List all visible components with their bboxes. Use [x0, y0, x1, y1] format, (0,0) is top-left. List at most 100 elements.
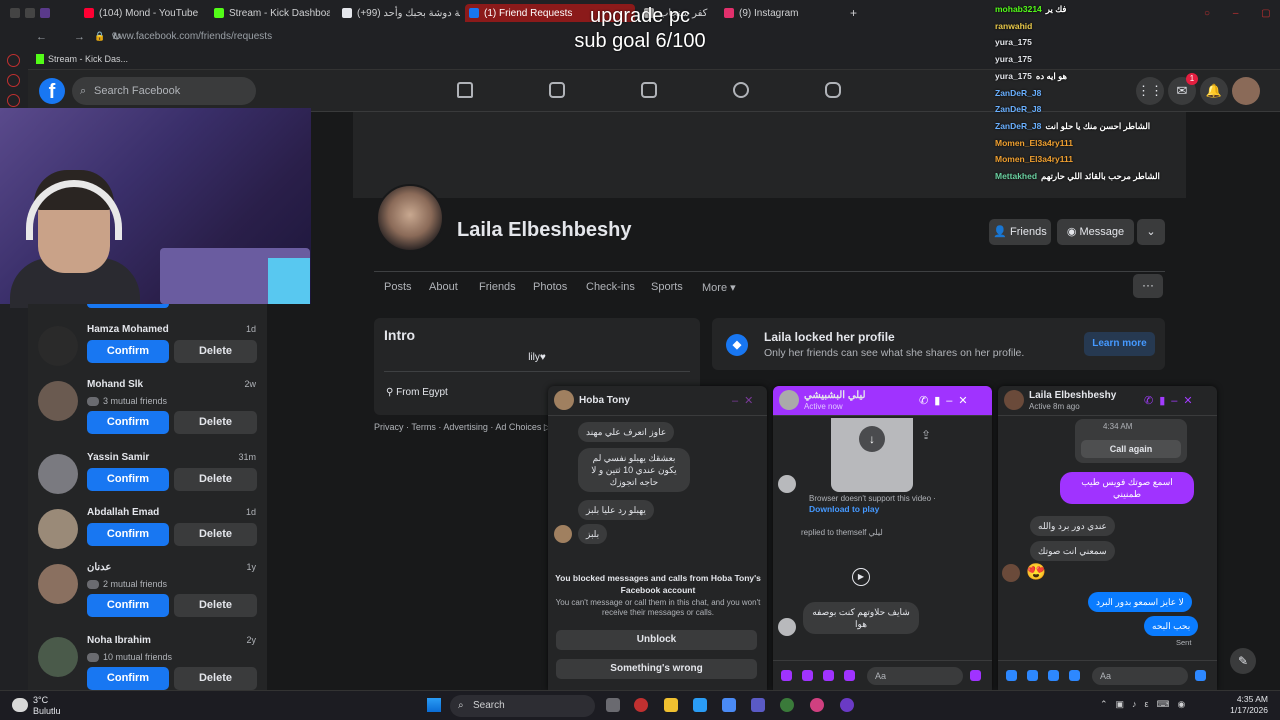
message-input[interactable]: Aa: [1092, 667, 1188, 685]
image-icon[interactable]: [1027, 670, 1038, 681]
delete-button[interactable]: Delete: [174, 523, 257, 546]
call-again-button[interactable]: Call again: [1081, 440, 1181, 458]
delete-button[interactable]: Delete: [174, 468, 257, 491]
chat-controls[interactable]: –✕: [732, 394, 759, 407]
confirm-button[interactable]: [87, 304, 169, 308]
avatar[interactable]: [38, 381, 78, 421]
mic-icon[interactable]: [1006, 670, 1017, 681]
friends-button[interactable]: 👤 Friends: [989, 219, 1051, 245]
avatar[interactable]: [38, 454, 78, 494]
confirm-button[interactable]: Confirm: [87, 667, 169, 690]
window-controls[interactable]: ○ – ▢ ✕: [1200, 4, 1270, 22]
mutual-friends[interactable]: 10 mutual friends: [103, 652, 172, 662]
download-link[interactable]: Download to play: [809, 504, 879, 514]
copilot-icon[interactable]: [693, 698, 707, 712]
browser-tab[interactable]: علاقة دوشة بحبك وأحد (99+): [338, 4, 460, 22]
more-options-button[interactable]: ···: [1133, 274, 1163, 298]
mutual-friends[interactable]: 3 mutual friends: [103, 396, 167, 406]
confirm-button[interactable]: Confirm: [87, 523, 169, 546]
profile-more-button[interactable]: ⌄: [1137, 219, 1165, 245]
requester-name[interactable]: Yassin Samir: [87, 452, 149, 463]
avatar[interactable]: [1232, 77, 1260, 105]
profile-tab[interactable]: More ▾: [702, 281, 736, 294]
like-icon[interactable]: [1195, 670, 1206, 681]
sidebar-icon[interactable]: [7, 94, 20, 107]
chat-header[interactable]: ليلي البشبيشي Active now ✆▮–✕: [773, 386, 992, 416]
sidebar-icon[interactable]: [7, 74, 20, 87]
delete-button[interactable]: Delete: [174, 594, 257, 617]
share-icon[interactable]: ⇪: [921, 428, 931, 442]
weather-widget[interactable]: 3°C Bulutlu: [33, 695, 61, 717]
video-icon[interactable]: [549, 82, 565, 98]
browser-tab[interactable]: Stream - Kick Dashboard: [210, 4, 330, 22]
taskbar-clock[interactable]: 4:35 AM 1/17/2026: [1230, 694, 1268, 716]
download-icon[interactable]: ↓: [859, 426, 885, 452]
delete-button[interactable]: Delete: [174, 411, 257, 434]
windows-start-icon[interactable]: [427, 698, 441, 712]
requester-name[interactable]: Abdallah Emad: [87, 507, 159, 518]
gaming-icon[interactable]: [825, 82, 841, 98]
chat-controls[interactable]: ✆▮–✕: [1144, 394, 1199, 407]
home-icon[interactable]: [457, 82, 473, 98]
new-message-button[interactable]: ✎: [1230, 648, 1256, 674]
profile-tab[interactable]: Friends: [479, 281, 516, 293]
groups-icon[interactable]: [733, 82, 749, 98]
profile-avatar[interactable]: [376, 184, 444, 252]
search-input[interactable]: ⌕ Search Facebook: [72, 77, 256, 105]
footer-links[interactable]: Privacy · Terms · Advertising · Ad Choic…: [374, 422, 551, 433]
sticker-icon[interactable]: [823, 670, 834, 681]
tab-strip-controls[interactable]: [6, 4, 66, 22]
requester-name[interactable]: Hamza Mohamed: [87, 324, 169, 335]
file-explorer-icon[interactable]: [664, 698, 678, 712]
profile-tab[interactable]: Photos: [533, 281, 567, 293]
browser-tab[interactable]: (104) Mond - YouTube: [80, 4, 202, 22]
like-icon[interactable]: [970, 670, 981, 681]
requester-name[interactable]: Noha Ibrahim: [87, 635, 151, 646]
profile-tab[interactable]: Check-ins: [586, 281, 635, 293]
requester-name[interactable]: عدنان: [87, 562, 111, 573]
store-icon[interactable]: [722, 698, 736, 712]
mic-icon[interactable]: [781, 670, 792, 681]
gif-icon[interactable]: [844, 670, 855, 681]
avatar[interactable]: [38, 564, 78, 604]
avatar[interactable]: [38, 326, 78, 366]
profile-tab[interactable]: About: [429, 281, 458, 293]
confirm-button[interactable]: Confirm: [87, 594, 169, 617]
message-button[interactable]: ◉ Message: [1057, 219, 1134, 245]
sidebar-icon[interactable]: [7, 54, 20, 67]
requester-name[interactable]: Mohand Slk: [87, 379, 143, 390]
avatar[interactable]: [38, 509, 78, 549]
bell-icon[interactable]: 🔔: [1200, 77, 1228, 105]
chat-controls[interactable]: ✆▮–✕: [919, 394, 974, 407]
bookmark-kick[interactable]: Stream - Kick Das...: [48, 54, 128, 64]
new-tab-button[interactable]: +: [846, 4, 860, 22]
gif-icon[interactable]: [1069, 670, 1080, 681]
confirm-button[interactable]: Confirm: [87, 468, 169, 491]
chat-header[interactable]: Laila Elbeshbeshy Active 8m ago ✆▮–✕: [998, 386, 1217, 416]
obs-icon[interactable]: [840, 698, 854, 712]
chat-header[interactable]: Hoba Tony –✕: [548, 386, 767, 416]
sticker-icon[interactable]: [1048, 670, 1059, 681]
profile-tab[interactable]: Posts: [384, 281, 412, 293]
teams-icon[interactable]: [751, 698, 765, 712]
unblock-button[interactable]: Unblock: [556, 630, 757, 650]
task-view-icon[interactable]: [606, 698, 620, 712]
image-icon[interactable]: [802, 670, 813, 681]
confirm-button[interactable]: Confirm: [87, 411, 169, 434]
opera-icon[interactable]: [634, 698, 648, 712]
url-field[interactable]: www.facebook.com/friends/requests: [112, 31, 272, 42]
app-icon[interactable]: [780, 698, 794, 712]
message-input[interactable]: Aa: [867, 667, 963, 685]
facebook-logo[interactable]: f: [39, 78, 65, 104]
delete-button[interactable]: Delete: [174, 667, 257, 690]
video-attachment[interactable]: ↓: [831, 418, 913, 492]
play-icon[interactable]: ▶: [852, 568, 870, 586]
confirm-button[interactable]: Confirm: [87, 340, 169, 363]
avatar[interactable]: [38, 637, 78, 677]
profile-tab[interactable]: Sports: [651, 281, 683, 293]
music-icon[interactable]: [810, 698, 824, 712]
marketplace-icon[interactable]: [641, 82, 657, 98]
system-tray-icons[interactable]: ⌃▣♪ε⌨◉: [1100, 699, 1193, 710]
something-wrong-button[interactable]: Something's wrong: [556, 659, 757, 679]
taskbar-search[interactable]: ⌕ Search: [450, 695, 595, 717]
